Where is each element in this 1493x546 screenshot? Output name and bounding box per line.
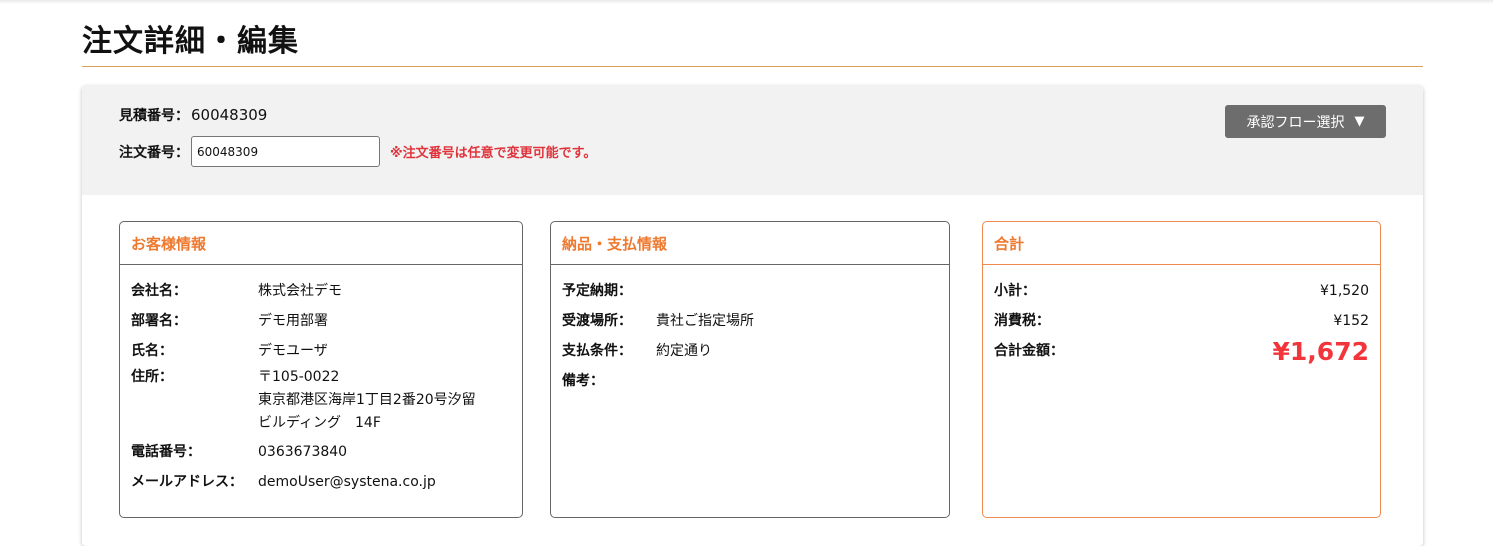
total-row: 合計金額： ¥1,672 — [983, 337, 1380, 368]
delivery-payment-card: 納品・支払情報 予定納期： 受渡場所： 貴社ご指定場所 支払条件： 約定通り 備… — [550, 221, 950, 518]
tax-value: ¥152 — [1333, 313, 1369, 329]
title-divider — [82, 66, 1423, 67]
page-title: 注文詳細・編集 — [82, 24, 299, 59]
estimate-number-value: 60048309 — [191, 106, 268, 124]
customer-row-department: 部署名： デモ用部署 — [120, 308, 522, 334]
order-number-row: 注文番号： ※注文番号は任意で変更可能です。 — [119, 136, 596, 167]
customer-row-email: メールアドレス： demoUser@systena.co.jp — [120, 469, 522, 495]
email-value: demoUser@systena.co.jp — [258, 474, 436, 490]
delivery-place-label: 受渡場所： — [562, 313, 632, 329]
phone-label: 電話番号： — [131, 444, 201, 460]
address-label: 住所： — [131, 369, 173, 385]
email-label: メールアドレス： — [131, 474, 243, 490]
subtotal-value: ¥1,520 — [1320, 283, 1369, 299]
payment-terms-label: 支払条件： — [562, 343, 632, 359]
delivery-row-date: 予定納期： — [551, 278, 949, 304]
tax-label: 消費税： — [994, 313, 1050, 329]
subtotal-label: 小計： — [994, 283, 1036, 299]
top-shadow-bar — [0, 0, 1493, 4]
estimate-number-label: 見積番号： — [119, 108, 189, 124]
delivery-date-label: 予定納期： — [562, 283, 632, 299]
order-panel: 見積番号： 60048309 注文番号： ※注文番号は任意で変更可能です。 承認… — [82, 86, 1423, 546]
total-value: ¥1,672 — [1272, 337, 1369, 366]
total-label: 合計金額： — [994, 343, 1064, 359]
approval-flow-label: 承認フロー選択 — [1246, 114, 1345, 131]
order-number-input[interactable] — [191, 136, 380, 167]
customer-row-name: 氏名： デモユーザ — [120, 338, 522, 364]
tax-row: 消費税： ¥152 — [983, 308, 1380, 334]
address-value: 〒105-0022 東京都港区海岸1丁目2番20号汐留 ビルディング 14F — [258, 369, 476, 431]
delivery-place-value: 貴社ご指定場所 — [656, 313, 754, 329]
delivery-row-payment: 支払条件： 約定通り — [551, 338, 949, 364]
delivery-row-place: 受渡場所： 貴社ご指定場所 — [551, 308, 949, 334]
order-number-note: ※注文番号は任意で変更可能です。 — [390, 146, 597, 161]
customer-row-address: 住所： 〒105-0022 東京都港区海岸1丁目2番20号汐留 ビルディング 1… — [120, 366, 522, 435]
triangle-down-icon: ▼ — [1354, 114, 1365, 129]
totals-body: 小計： ¥1,520 消費税： ¥152 合計金額： ¥1,672 — [983, 265, 1380, 368]
delivery-row-remarks: 備考： — [551, 368, 949, 394]
estimate-number-row: 見積番号： 60048309 — [119, 105, 267, 125]
totals-title: 合計 — [983, 222, 1380, 265]
name-value: デモユーザ — [258, 343, 328, 359]
company-value: 株式会社デモ — [258, 283, 342, 299]
name-label: 氏名： — [131, 343, 173, 359]
customer-info-title: お客様情報 — [120, 222, 522, 265]
customer-row-company: 会社名： 株式会社デモ — [120, 278, 522, 304]
order-header: 見積番号： 60048309 注文番号： ※注文番号は任意で変更可能です。 承認… — [82, 86, 1423, 195]
payment-terms-value: 約定通り — [656, 343, 712, 359]
phone-value: 0363673840 — [258, 444, 348, 460]
customer-row-phone: 電話番号： 0363673840 — [120, 439, 522, 465]
order-number-label: 注文番号： — [119, 144, 189, 161]
subtotal-row: 小計： ¥1,520 — [983, 278, 1380, 304]
department-label: 部署名： — [131, 313, 187, 329]
department-value: デモ用部署 — [258, 313, 328, 329]
approval-flow-button[interactable]: 承認フロー選択 ▼ — [1225, 105, 1386, 138]
delivery-payment-body: 予定納期： 受渡場所： 貴社ご指定場所 支払条件： 約定通り 備考： — [551, 265, 949, 394]
delivery-payment-title: 納品・支払情報 — [551, 222, 949, 265]
customer-info-card: お客様情報 会社名： 株式会社デモ 部署名： デモ用部署 氏名： デモユーザ 住… — [119, 221, 523, 518]
remarks-label: 備考： — [562, 373, 604, 389]
customer-info-body: 会社名： 株式会社デモ 部署名： デモ用部署 氏名： デモユーザ 住所： 〒10… — [120, 265, 522, 495]
company-label: 会社名： — [131, 283, 187, 299]
totals-card: 合計 小計： ¥1,520 消費税： ¥152 合計金額： ¥1,672 — [982, 221, 1381, 518]
